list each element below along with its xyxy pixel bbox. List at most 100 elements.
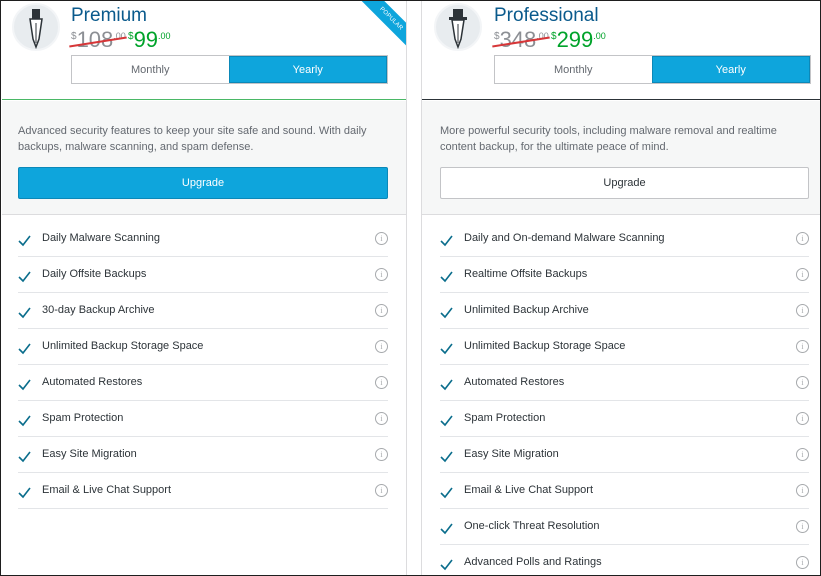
checkmark-icon [18, 448, 31, 467]
feature-row: Unlimited Backup Archive i [440, 293, 809, 329]
plan-header: Professional $348.00 $299.00 Monthly Yea… [422, 1, 820, 100]
discounted-price: $99.00 [128, 27, 171, 52]
info-circle-icon[interactable]: i [796, 448, 809, 461]
checkmark-icon [18, 412, 31, 431]
info-circle-icon[interactable]: i [375, 304, 388, 317]
monthly-option[interactable]: Monthly [495, 56, 652, 83]
info-circle-icon[interactable]: i [796, 340, 809, 353]
info-circle-icon[interactable]: i [375, 232, 388, 245]
checkmark-icon [440, 448, 453, 467]
feature-label: Spam Protection [464, 412, 546, 424]
feature-label: Automated Restores [464, 376, 565, 388]
feature-row: Realtime Offsite Backups i [440, 257, 809, 293]
fountain-pen-icon [12, 3, 60, 51]
info-circle-icon[interactable]: i [796, 376, 809, 389]
feature-label: Daily Offsite Backups [42, 268, 147, 280]
info-circle-icon[interactable]: i [796, 232, 809, 245]
checkmark-icon [18, 304, 31, 323]
feature-row: Email & Live Chat Support i [440, 473, 809, 509]
feature-label: Email & Live Chat Support [464, 484, 594, 496]
checkmark-icon [440, 340, 453, 359]
checkmark-icon [440, 412, 453, 431]
feature-label: Automated Restores [42, 376, 143, 388]
feature-label: Advanced Polls and Ratings [464, 556, 602, 568]
feature-row: 30-day Backup Archive i [18, 293, 388, 329]
info-circle-icon[interactable]: i [375, 268, 388, 281]
feature-row: Email & Live Chat Support i [18, 473, 388, 509]
discounted-price: $299.00 [551, 27, 606, 52]
checkmark-icon [440, 268, 453, 287]
plan-card-professional: Professional $348.00 $299.00 Monthly Yea… [422, 1, 820, 575]
pricing-comparison: Premium $108.00 $99.00 Monthly Yearly PO… [0, 0, 821, 576]
feature-label: One-click Threat Resolution [464, 520, 600, 532]
billing-toggle: Monthly Yearly [494, 55, 811, 84]
plan-title: Professional [494, 5, 599, 26]
upgrade-button[interactable]: Upgrade [440, 167, 809, 199]
info-circle-icon[interactable]: i [796, 556, 809, 569]
checkmark-icon [18, 376, 31, 395]
checkmark-icon [18, 268, 31, 287]
feature-label: Email & Live Chat Support [42, 484, 172, 496]
checkmark-icon [440, 556, 453, 575]
feature-row: Spam Protection i [18, 401, 388, 437]
feature-list: Daily and On-demand Malware Scanning i Rea… [422, 221, 820, 575]
upgrade-button[interactable]: Upgrade [18, 167, 388, 199]
info-circle-icon[interactable]: i [375, 340, 388, 353]
popular-ribbon: POPULAR [349, 1, 406, 61]
feature-label: Spam Protection [42, 412, 124, 424]
checkmark-icon [18, 484, 31, 503]
feature-row: Unlimited Backup Storage Space i [18, 329, 388, 365]
feature-row: Unlimited Backup Storage Space i [440, 329, 809, 365]
feature-label: Unlimited Backup Archive [464, 304, 589, 316]
feature-row: Daily Malware Scanning i [18, 221, 388, 257]
info-circle-icon[interactable]: i [796, 268, 809, 281]
info-circle-icon[interactable]: i [375, 448, 388, 461]
info-circle-icon[interactable]: i [796, 484, 809, 497]
info-circle-icon[interactable]: i [796, 412, 809, 425]
feature-label: Realtime Offsite Backups [464, 268, 588, 280]
feature-label: Unlimited Backup Storage Space [42, 340, 204, 352]
checkmark-icon [440, 484, 453, 503]
checkmark-icon [440, 376, 453, 395]
column-divider [406, 1, 422, 575]
feature-row: Advanced Polls and Ratings i [440, 545, 809, 575]
info-circle-icon[interactable]: i [796, 304, 809, 317]
checkmark-icon [440, 520, 453, 539]
info-circle-icon[interactable]: i [796, 520, 809, 533]
feature-label: Daily and On-demand Malware Scanning [464, 232, 665, 244]
feature-row: One-click Threat Resolution i [440, 509, 809, 545]
feature-row: Daily Offsite Backups i [18, 257, 388, 293]
info-circle-icon[interactable]: i [375, 376, 388, 389]
feature-label: Daily Malware Scanning [42, 232, 160, 244]
feature-label: Easy Site Migration [42, 448, 137, 460]
yearly-option[interactable]: Yearly [228, 56, 387, 83]
feature-row: Easy Site Migration i [440, 437, 809, 473]
feature-label: Easy Site Migration [464, 448, 559, 460]
feature-list: Daily Malware Scanning i Daily Offsite Bac… [2, 221, 406, 509]
billing-toggle: Monthly Yearly [71, 55, 388, 84]
info-circle-icon[interactable]: i [375, 412, 388, 425]
plan-description: More powerful security tools, including … [440, 125, 777, 153]
plan-title: Premium [71, 5, 148, 26]
top-hat-pen-icon [434, 3, 482, 51]
feature-row: Daily and On-demand Malware Scanning i [440, 221, 809, 257]
checkmark-icon [440, 232, 453, 251]
checkmark-icon [440, 304, 453, 323]
plan-description: Advanced security features to keep your … [18, 125, 367, 153]
monthly-option[interactable]: Monthly [72, 56, 229, 83]
plan-card-premium: Premium $108.00 $99.00 Monthly Yearly PO… [2, 1, 406, 575]
feature-label: 30-day Backup Archive [42, 304, 155, 316]
original-price: $108.00 [69, 27, 127, 52]
plan-header: Premium $108.00 $99.00 Monthly Yearly PO… [2, 1, 406, 100]
feature-row: Spam Protection i [440, 401, 809, 437]
info-circle-icon[interactable]: i [375, 484, 388, 497]
plan-summary: Advanced security features to keep your … [2, 101, 406, 215]
yearly-option[interactable]: Yearly [651, 56, 810, 83]
feature-row: Automated Restores i [440, 365, 809, 401]
checkmark-icon [18, 232, 31, 251]
plan-summary: More powerful security tools, including … [422, 101, 820, 215]
original-price: $348.00 [492, 27, 550, 52]
feature-label: Unlimited Backup Storage Space [464, 340, 626, 352]
checkmark-icon [18, 340, 31, 359]
feature-row: Automated Restores i [18, 365, 388, 401]
